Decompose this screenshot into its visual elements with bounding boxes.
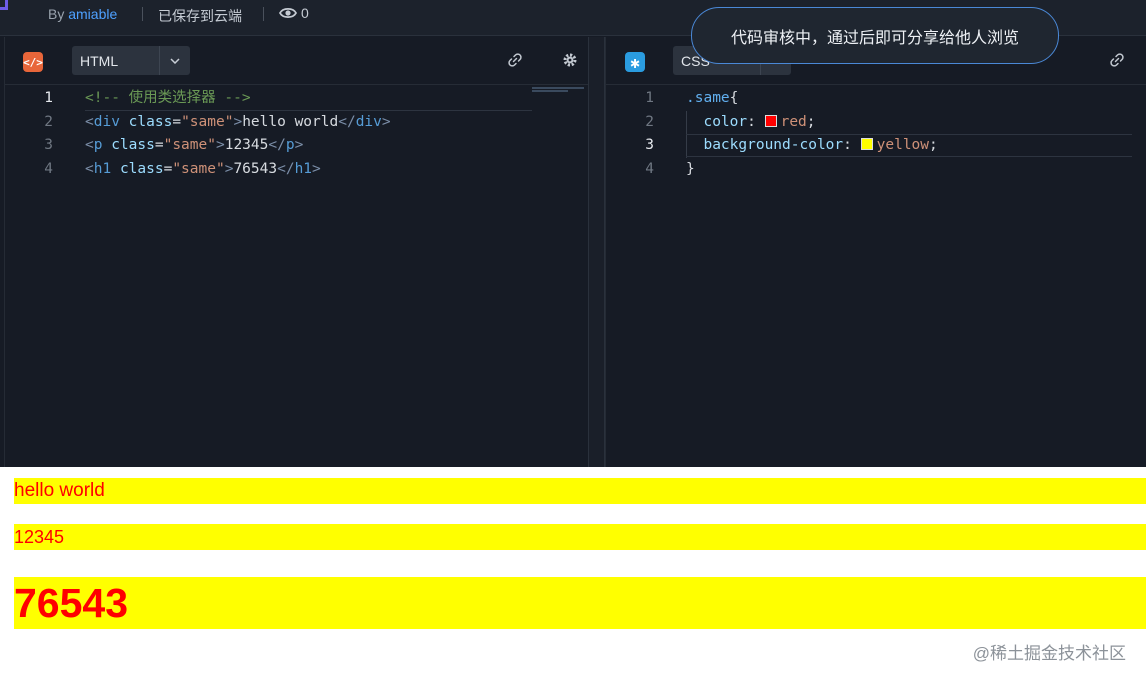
colon: : (747, 113, 756, 130)
code-comment: <!-- 使用类选择器 --> (85, 90, 251, 106)
code-line: 1 .same{ (606, 87, 1146, 111)
tag-bracket: > (312, 161, 321, 178)
divider (142, 7, 143, 21)
html-code-icon: </> (23, 52, 43, 72)
watermark: @稀土掘金技术社区 (972, 644, 1126, 663)
gear-icon[interactable] (561, 51, 579, 69)
line-number: 1 (44, 90, 53, 106)
preview-div: hello world (14, 478, 1146, 504)
tag-name: p (93, 137, 103, 154)
element-text: 76543 (233, 161, 278, 178)
line-number: 2 (645, 113, 654, 130)
tag-name: div (93, 113, 120, 130)
attr-name: class (119, 161, 164, 178)
line-number: 4 (44, 161, 53, 178)
eye-icon (279, 7, 297, 19)
code-line: 2 <div class="same">hello world</div> (5, 111, 588, 135)
attr-name: class (128, 113, 173, 130)
tag-name: p (285, 137, 295, 154)
html-code[interactable]: 1 <!-- 使用类选择器 --> 2 <div class="same">he… (5, 87, 588, 182)
code-line: 2 color: red; (606, 111, 1146, 135)
tag-bracket: < (85, 113, 94, 130)
tag-name: h1 (294, 161, 313, 178)
attr-equals: = (172, 113, 182, 130)
toast-message: 代码审核中，通过后即可分享给他人浏览 (730, 29, 1019, 47)
css-property: background-color (703, 137, 844, 154)
css-editor-pane: ✱ CSS 1 .same{ 2 color: red; 3 backgroun… (605, 37, 1146, 467)
color-swatch[interactable] (764, 114, 777, 127)
brace: } (686, 161, 695, 178)
tag-bracket: </ (338, 113, 356, 130)
pane-resize-handle[interactable] (588, 37, 605, 467)
author-byline: By amiable (48, 6, 117, 22)
css-property: color (703, 113, 748, 130)
attr-value: "same" (181, 113, 234, 130)
tag-name: div (355, 113, 382, 130)
logo-mark (0, 0, 8, 10)
code-line: 3 background-color: yellow; (606, 134, 1146, 158)
divider (263, 7, 264, 21)
attr-value: "same" (163, 137, 216, 154)
by-label: By (48, 6, 65, 22)
save-status: 已保存到云端 (158, 8, 242, 24)
line-number: 4 (645, 161, 654, 178)
tag-bracket: </ (268, 137, 286, 154)
code-line: 3 <p class="same">12345</p> (5, 134, 588, 158)
tag-bracket: < (85, 161, 94, 178)
line-number: 3 (44, 137, 53, 154)
view-count: 0 (279, 5, 309, 21)
attr-value: "same" (172, 161, 225, 178)
link-icon[interactable] (1108, 51, 1126, 69)
language-label: HTML (80, 52, 119, 69)
css-code[interactable]: 1 .same{ 2 color: red; 3 background-colo… (606, 87, 1146, 182)
colon: : (843, 137, 852, 154)
brace: { (729, 90, 739, 106)
chevron-down-icon[interactable] (159, 46, 190, 75)
code-line: 4 <h1 class="same">76543</h1> (5, 158, 588, 182)
code-line: 1 <!-- 使用类选择器 --> (5, 87, 588, 111)
element-text: hello world (242, 113, 339, 130)
view-count-value: 0 (301, 5, 309, 21)
review-toast: 代码审核中，通过后即可分享给他人浏览 (691, 7, 1059, 64)
preview-paragraph: 12345 (14, 524, 1146, 550)
tag-name: h1 (93, 161, 112, 178)
line-number: 1 (645, 90, 654, 106)
author-link[interactable]: amiable (68, 6, 117, 22)
html-pane-header: </> HTML (5, 37, 588, 85)
line-number: 2 (44, 113, 53, 130)
attr-name: class (111, 137, 155, 154)
attr-equals: = (154, 137, 164, 154)
css-selector: .same (686, 90, 730, 106)
tag-bracket: > (294, 137, 304, 154)
preview-heading: 76543 (14, 577, 1146, 629)
tag-bracket: </ (277, 161, 295, 178)
link-icon[interactable] (506, 51, 524, 69)
html-editor-pane: </> HTML 1 <!-- 使用类选择器 --> 2 <div class=… (4, 37, 588, 467)
css-value: yellow (876, 137, 930, 154)
tag-bracket: > (381, 113, 391, 130)
semicolon: ; (806, 113, 816, 130)
line-number: 3 (645, 137, 654, 154)
css-asterisk-icon: ✱ (625, 52, 645, 72)
tag-bracket: > (215, 137, 225, 154)
element-text: 12345 (224, 137, 269, 154)
tag-bracket: > (233, 113, 243, 130)
semicolon: ; (929, 137, 938, 154)
color-swatch[interactable] (860, 138, 873, 151)
result-preview: hello world 12345 76543 @稀土掘金技术社区 (0, 467, 1146, 682)
tag-bracket: < (85, 137, 94, 154)
code-line: 4 } (606, 158, 1146, 182)
html-language-select[interactable]: HTML (72, 46, 190, 75)
css-value: red (780, 113, 807, 130)
